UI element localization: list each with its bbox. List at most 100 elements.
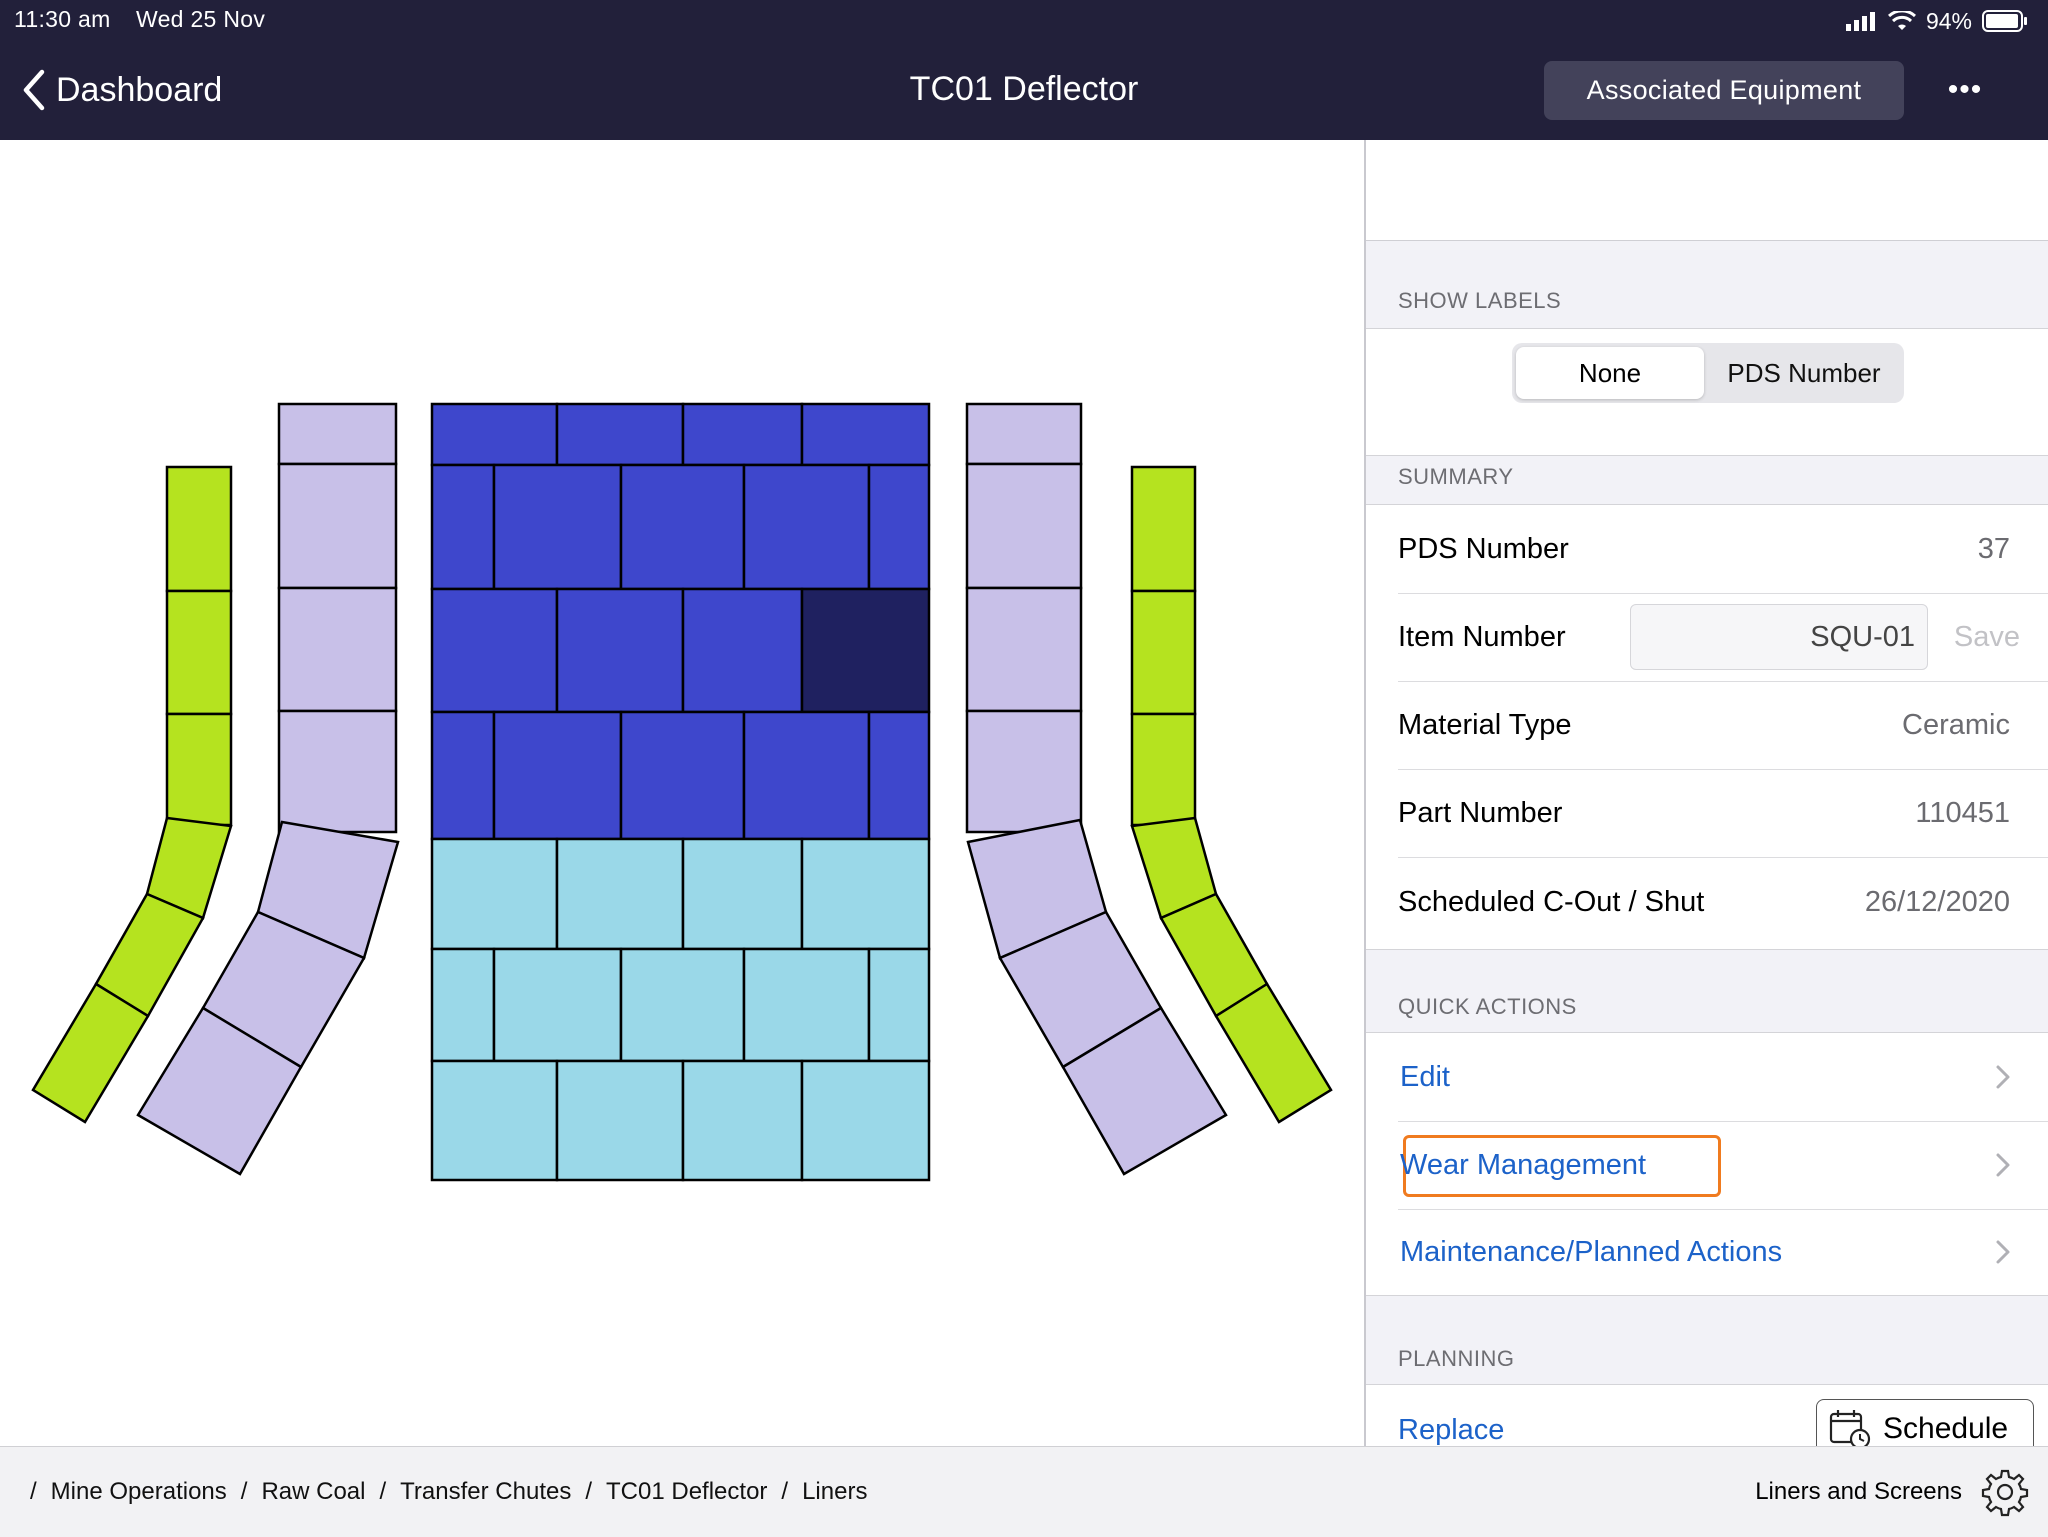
liner-tile[interactable]: [277, 462, 398, 590]
liner-tile[interactable]: [800, 1059, 931, 1182]
item-number-save-button[interactable]: Save: [1954, 593, 2020, 681]
liner-tile[interactable]: [430, 1059, 559, 1182]
liner-tile[interactable]: [1214, 982, 1333, 1124]
label-mode-segmented-control[interactable]: None PDS Number: [1512, 343, 1904, 403]
liner-tile[interactable]: [277, 709, 398, 834]
liner-tile[interactable]: [430, 710, 496, 841]
material-type-label: Material Type: [1398, 708, 1572, 741]
liner-tile[interactable]: [800, 402, 931, 467]
liner-tile[interactable]: [165, 712, 233, 827]
liner-tile[interactable]: [965, 462, 1083, 590]
liner-tile[interactable]: [492, 463, 623, 591]
liner-tile[interactable]: [742, 947, 871, 1063]
liner-tile[interactable]: [1130, 712, 1197, 827]
show-labels-header: SHOW LABELS: [1398, 288, 1562, 313]
breadcrumb-item[interactable]: TC01 Deflector: [606, 1478, 767, 1506]
liner-tile[interactable]: [742, 710, 871, 841]
breadcrumb-item[interactable]: Raw Coal: [261, 1478, 365, 1506]
schedule-button[interactable]: Schedule: [1816, 1399, 2034, 1446]
liner-diagram: [0, 140, 1364, 1446]
panel-top-spacer: [1366, 140, 2048, 241]
liner-tile[interactable]: [742, 463, 871, 591]
breadcrumb: / Mine Operations / Raw Coal / Transfer …: [30, 1478, 868, 1506]
maintenance-row[interactable]: Maintenance/Planned Actions: [1398, 1209, 2048, 1295]
liner-tile[interactable]: [555, 402, 685, 467]
liner-tile[interactable]: [277, 586, 398, 713]
chevron-right-icon: [1996, 1240, 2010, 1264]
breadcrumb-item[interactable]: Transfer Chutes: [400, 1478, 571, 1506]
liner-tile[interactable]: [430, 947, 496, 1063]
status-indicators: 94%: [1845, 6, 2028, 36]
edit-row[interactable]: Edit: [1398, 1033, 2048, 1122]
liner-tile[interactable]: [681, 1059, 804, 1182]
liner-tile[interactable]: [681, 402, 804, 467]
footer-bar: / Mine Operations / Raw Coal / Transfer …: [0, 1446, 2048, 1537]
quick-actions-group: Edit Wear Management Maintenance/Planned…: [1366, 1032, 2048, 1296]
item-number-field[interactable]: SQU-01: [1630, 604, 1928, 670]
liner-tile[interactable]: [165, 465, 233, 593]
planning-header: PLANNING: [1398, 1346, 1515, 1371]
liner-tile[interactable]: [800, 837, 931, 951]
liner-tile[interactable]: [619, 463, 746, 591]
quick-actions-header: QUICK ACTIONS: [1398, 994, 1577, 1019]
status-date: Wed 25 Nov: [136, 6, 266, 32]
breadcrumb-item[interactable]: Liners: [802, 1478, 867, 1506]
segment-none[interactable]: None: [1516, 347, 1704, 399]
chevron-right-icon: [1996, 1153, 2010, 1177]
material-type-row: Material Type Ceramic: [1398, 681, 2048, 770]
liner-tile[interactable]: [965, 402, 1083, 466]
liner-tile[interactable]: [430, 587, 559, 714]
liner-tile[interactable]: [165, 589, 233, 716]
liner-tile[interactable]: [555, 1059, 685, 1182]
liner-tile[interactable]: [1130, 589, 1197, 716]
liner-tile[interactable]: [555, 587, 685, 714]
item-number-label: Item Number: [1398, 620, 1566, 653]
scheduled-cout-label: Scheduled C-Out / Shut: [1398, 885, 1705, 918]
back-button[interactable]: Dashboard: [22, 66, 222, 114]
chevron-right-icon: [1996, 1065, 2010, 1089]
scheduled-cout-value: 26/12/2020: [1864, 885, 2010, 918]
liner-tile[interactable]: [1130, 465, 1197, 593]
edit-link[interactable]: Edit: [1400, 1033, 1450, 1121]
wear-management-row[interactable]: Wear Management: [1398, 1121, 2048, 1210]
liner-tile[interactable]: [681, 837, 804, 951]
liner-tile[interactable]: [277, 402, 398, 466]
back-button-label: Dashboard: [56, 70, 223, 109]
liner-tile[interactable]: [492, 947, 623, 1063]
chevron-left-icon: [23, 69, 45, 111]
liner-tile[interactable]: [492, 710, 623, 841]
liner-tile[interactable]: [681, 587, 804, 714]
segment-pds-number[interactable]: PDS Number: [1708, 347, 1900, 399]
more-options-button[interactable]: •••: [1944, 72, 1986, 108]
liner-tile[interactable]: [965, 709, 1083, 834]
breadcrumb-item[interactable]: Mine Operations: [51, 1478, 227, 1506]
liner-tile-selected[interactable]: [800, 587, 931, 714]
liner-tile[interactable]: [619, 947, 746, 1063]
pds-number-label: PDS Number: [1398, 532, 1569, 565]
pds-number-value: 37: [1977, 532, 2010, 565]
liner-tile[interactable]: [867, 947, 931, 1063]
gear-icon[interactable]: [1980, 1467, 2030, 1517]
details-panel: SHOW LABELS None PDS Number SUMMARY PDS …: [1364, 140, 2048, 1446]
liner-tile[interactable]: [430, 463, 496, 591]
part-number-row: Part Number 110451: [1398, 769, 2048, 858]
liner-tile[interactable]: [867, 463, 931, 591]
liner-tile[interactable]: [965, 586, 1083, 713]
liner-tile[interactable]: [619, 710, 746, 841]
replace-label[interactable]: Replace: [1398, 1395, 1504, 1446]
item-number-row: Item Number SQU-01 Save: [1398, 593, 2048, 682]
footer-right: Liners and Screens: [1755, 1447, 2030, 1537]
liner-tile[interactable]: [430, 402, 559, 467]
calendar-clock-icon: [1829, 1410, 1871, 1446]
liner-tile[interactable]: [31, 982, 150, 1124]
wear-management-link[interactable]: Wear Management: [1400, 1121, 1646, 1209]
liner-tile[interactable]: [867, 710, 931, 841]
liners-and-screens-label: Liners and Screens: [1755, 1478, 1962, 1505]
battery-icon: [1982, 10, 2027, 32]
liner-tile[interactable]: [430, 837, 559, 951]
associated-equipment-button[interactable]: Associated Equipment: [1544, 61, 1904, 120]
material-type-value: Ceramic: [1902, 708, 2010, 741]
liner-tile[interactable]: [555, 837, 685, 951]
status-time: 11:30 am: [14, 6, 111, 32]
maintenance-link[interactable]: Maintenance/Planned Actions: [1400, 1209, 1782, 1295]
